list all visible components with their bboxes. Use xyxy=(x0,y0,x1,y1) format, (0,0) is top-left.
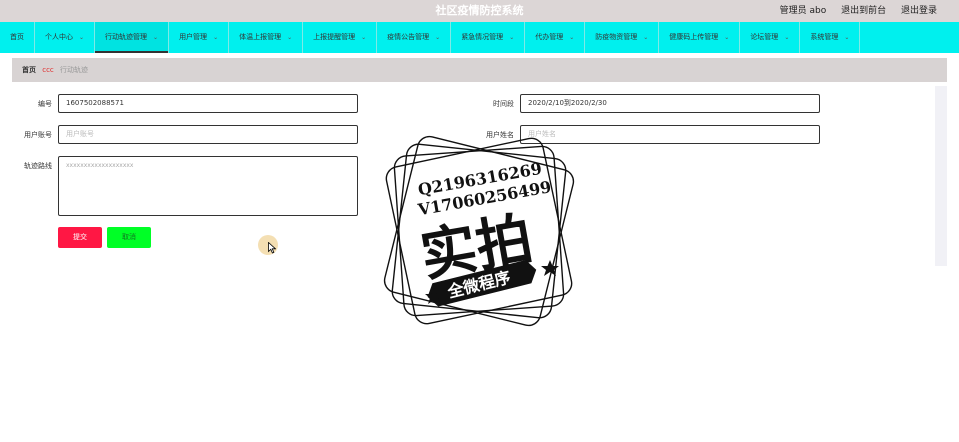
cancel-button[interactable]: 取消 xyxy=(107,227,151,248)
nav-item[interactable]: 论坛管理 ⌄ xyxy=(740,22,801,53)
route-textarea[interactable]: xxxxxxxxxxxxxxxxxxx xyxy=(58,156,358,216)
chevron-down-icon: ⌄ xyxy=(213,34,219,41)
number-input[interactable]: 1607502088571 xyxy=(58,94,358,113)
nav-item[interactable]: 紧急情况管理 ⌄ xyxy=(451,22,526,53)
admin-label: 管理员 abo xyxy=(779,6,827,16)
chevron-down-icon: ⌄ xyxy=(435,34,441,41)
nav-item-label: 代办管理 xyxy=(535,33,564,41)
nav-item-label: 健康码上传管理 xyxy=(669,33,719,41)
breadcrumb-current: 行动轨迹 xyxy=(60,66,89,74)
nav-item-label: 上报提醒管理 xyxy=(313,33,356,41)
account-label: 用户账号 xyxy=(24,131,52,139)
submit-button[interactable]: 提交 xyxy=(58,227,102,248)
number-label: 编号 xyxy=(38,100,52,108)
chevron-down-icon: ⌄ xyxy=(79,34,85,41)
mouse-pointer-icon xyxy=(268,242,276,254)
route-label: 轨迹路线 xyxy=(24,162,52,170)
chevron-down-icon: ⌄ xyxy=(643,34,649,41)
chevron-down-icon: ⌄ xyxy=(509,34,515,41)
nav-item[interactable]: 行动轨迹管理 ⌄ xyxy=(95,22,170,53)
nav-item-label: 紧急情况管理 xyxy=(461,33,504,41)
top-header: 社区疫情防控系统 管理员 abo 退出到前台 退出登录 xyxy=(0,0,959,22)
top-links: 管理员 abo 退出到前台 退出登录 xyxy=(768,0,937,22)
period-label: 时间段 xyxy=(493,100,514,108)
breadcrumb-trail: 首页 ccc 行动轨迹 xyxy=(22,58,88,82)
main-nav: 首页 个人中心 ⌄ 行动轨迹管理 ⌄ 用户管理 ⌄ 体温上报管理 ⌄ 上报提醒管理 ⌄ 疫情公告管理 ⌄… xyxy=(0,22,959,53)
chevron-down-icon: ⌄ xyxy=(844,34,850,41)
nav-item[interactable]: 用户管理 ⌄ xyxy=(169,22,230,53)
nav-item[interactable]: 系统管理 ⌄ xyxy=(800,22,861,53)
nav-item-label: 论坛管理 xyxy=(750,33,779,41)
breadcrumb-home[interactable]: 首页 xyxy=(22,66,36,74)
nav-item-label: 系统管理 xyxy=(810,33,839,41)
nav-item-label: 疫情公告管理 xyxy=(387,33,430,41)
nav-item-label: 防疫物资管理 xyxy=(595,33,638,41)
chevron-down-icon: ⌄ xyxy=(287,34,293,41)
breadcrumb-separator: ccc xyxy=(42,66,54,74)
chevron-down-icon: ⌄ xyxy=(724,34,730,41)
nav-item-label: 用户管理 xyxy=(179,33,208,41)
chevron-down-icon: ⌄ xyxy=(361,34,367,41)
nav-item-label: 首页 xyxy=(10,33,24,41)
nav-item[interactable]: 上报提醒管理 ⌄ xyxy=(303,22,378,53)
nav-item[interactable]: 健康码上传管理 ⌄ xyxy=(659,22,741,53)
chevron-down-icon: ⌄ xyxy=(153,34,159,41)
watermark-frames-icon: Q2196316269 V17060256499 实拍 全微程序 xyxy=(383,135,575,327)
account-input[interactable]: 用户账号 xyxy=(58,125,358,144)
nav-item[interactable]: 体温上报管理 ⌄ xyxy=(229,22,304,53)
nav-item[interactable]: 代办管理 ⌄ xyxy=(525,22,586,53)
nav-item[interactable]: 首页 xyxy=(0,22,35,53)
logout-link[interactable]: 退出登录 xyxy=(901,6,937,16)
chevron-down-icon: ⌄ xyxy=(569,34,575,41)
nav-item-label: 行动轨迹管理 xyxy=(105,33,148,41)
chevron-down-icon: ⌄ xyxy=(784,34,790,41)
nav-item-label: 体温上报管理 xyxy=(239,33,282,41)
back-to-frontend-link[interactable]: 退出到前台 xyxy=(841,6,886,16)
watermark-stamp: Q2196316269 V17060256499 实拍 全微程序 xyxy=(372,124,586,338)
nav-item[interactable]: 防疫物资管理 ⌄ xyxy=(585,22,660,53)
nav-item-label: 个人中心 xyxy=(45,33,73,41)
nav-item[interactable]: 个人中心 ⌄ xyxy=(35,22,96,53)
nav-list: 首页 个人中心 ⌄ 行动轨迹管理 ⌄ 用户管理 ⌄ 体温上报管理 ⌄ 上报提醒管理 ⌄ 疫情公告管理 ⌄… xyxy=(0,22,959,53)
period-input[interactable]: 2020/2/10到2020/2/30 xyxy=(520,94,820,113)
breadcrumb: 首页 ccc 行动轨迹 xyxy=(12,58,947,82)
nav-item[interactable]: 疫情公告管理 ⌄ xyxy=(377,22,452,53)
